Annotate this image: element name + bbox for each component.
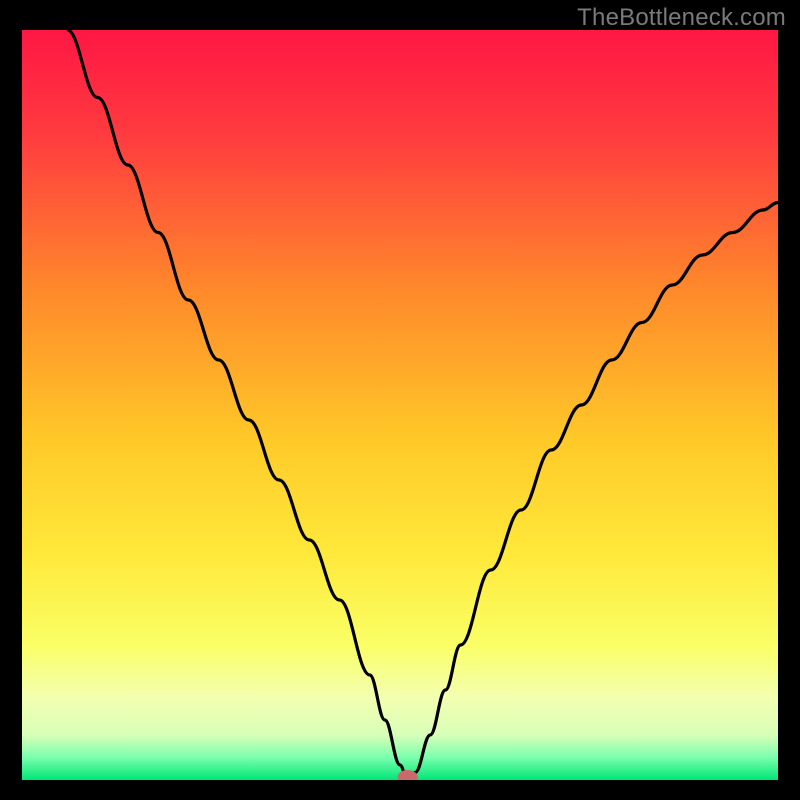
chart-container: TheBottleneck.com	[0, 0, 800, 800]
watermark-text: TheBottleneck.com	[577, 4, 786, 32]
plot-area	[22, 30, 778, 780]
gradient-background	[22, 30, 778, 780]
chart-svg	[22, 30, 778, 780]
